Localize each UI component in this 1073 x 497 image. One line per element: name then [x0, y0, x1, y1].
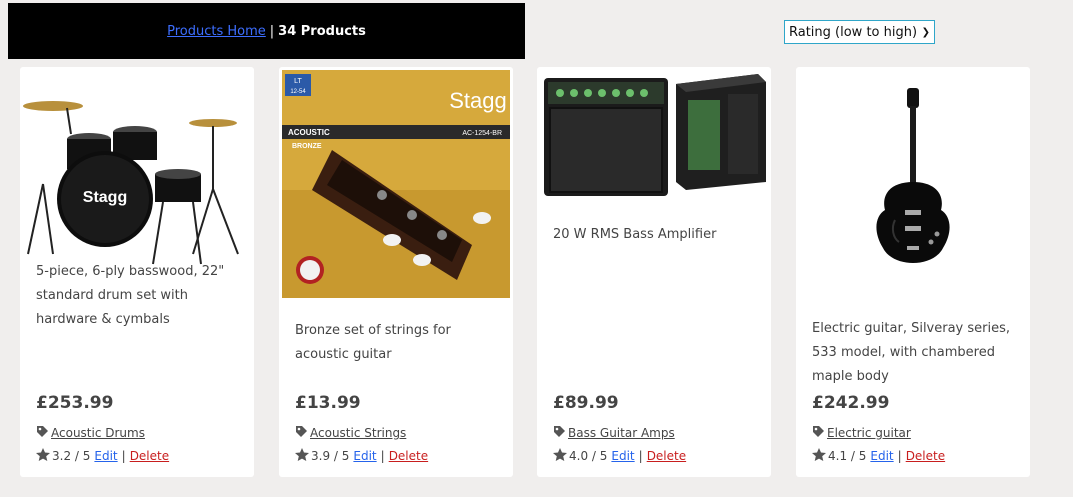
products-home-link[interactable]: Products Home	[167, 24, 266, 39]
tag-icon	[812, 425, 825, 441]
edit-button[interactable]: Edit	[870, 449, 893, 463]
product-card: 20 W RMS Bass Amplifier £89.99 Bass Guit…	[537, 67, 771, 477]
category-link[interactable]: Acoustic Drums	[51, 426, 145, 440]
pack-gauge-label: LT	[294, 78, 302, 85]
product-price: £89.99	[553, 393, 619, 413]
delete-button[interactable]: Delete	[389, 449, 428, 463]
product-description: 5-piece, 6-ply basswood, 22" standard dr…	[36, 264, 225, 327]
action-separator: |	[380, 449, 385, 463]
sort-selected-value: Rating (low to high)	[789, 24, 918, 40]
sort-select[interactable]: Rating (low to high) ❯	[784, 20, 935, 44]
star-icon	[295, 448, 309, 464]
star-icon	[553, 448, 567, 464]
rating-value: 3.2 / 5	[52, 449, 91, 463]
product-category: Electric guitar	[812, 425, 911, 441]
product-category: Acoustic Drums	[36, 425, 145, 441]
header-separator: |	[269, 23, 275, 39]
product-description: 20 W RMS Bass Amplifier	[553, 227, 717, 242]
star-icon	[36, 448, 50, 464]
category-link[interactable]: Electric guitar	[827, 426, 911, 440]
product-image-strings[interactable]: LT 12-54 Stagg ACOUSTIC AC-1254-BR BRONZ…	[282, 70, 510, 298]
edit-button[interactable]: Edit	[353, 449, 376, 463]
product-rating-row: 4.1 / 5 Edit | Delete	[812, 448, 945, 464]
tag-icon	[553, 425, 566, 441]
pack-code-label: AC-1254-BR	[462, 130, 502, 137]
product-card: Stagg 5-piece, 6-ply basswood, 22" stand…	[20, 67, 254, 477]
delete-button[interactable]: Delete	[647, 449, 686, 463]
drum-brand-logo: Stagg	[83, 189, 127, 206]
action-separator: |	[121, 449, 126, 463]
product-rating-row: 4.0 / 5 Edit | Delete	[553, 448, 686, 464]
page-header: Products Home | 34 Products	[8, 3, 525, 59]
product-description: Bronze set of strings for acoustic guita…	[295, 323, 451, 362]
pack-brand-logo: Stagg	[449, 88, 507, 113]
product-rating-row: 3.2 / 5 Edit | Delete	[36, 448, 169, 464]
product-price: £13.99	[295, 393, 361, 413]
rating-value: 4.1 / 5	[828, 449, 867, 463]
product-rating-row: 3.9 / 5 Edit | Delete	[295, 448, 428, 464]
rating-value: 3.9 / 5	[311, 449, 350, 463]
star-icon	[812, 448, 826, 464]
action-separator: |	[638, 449, 643, 463]
edit-button[interactable]: Edit	[611, 449, 634, 463]
product-price: £242.99	[812, 393, 890, 413]
rating-value: 4.0 / 5	[569, 449, 608, 463]
product-description: Electric guitar, Silveray series, 533 mo…	[812, 321, 1011, 384]
product-card: Electric guitar, Silveray series, 533 mo…	[796, 67, 1030, 477]
tag-icon	[36, 425, 49, 441]
product-image-electric-guitar[interactable]	[799, 70, 1027, 298]
delete-button[interactable]: Delete	[906, 449, 945, 463]
delete-button[interactable]: Delete	[130, 449, 169, 463]
tag-icon	[295, 425, 308, 441]
pack-type-label: ACOUSTIC	[288, 128, 330, 137]
pack-gauge-value: 12-54	[290, 89, 306, 95]
product-price: £253.99	[36, 393, 114, 413]
action-separator: |	[897, 449, 902, 463]
edit-button[interactable]: Edit	[94, 449, 117, 463]
product-category: Bass Guitar Amps	[553, 425, 675, 441]
chevron-down-icon: ❯	[921, 26, 930, 38]
category-link[interactable]: Acoustic Strings	[310, 426, 406, 440]
product-image-bass-amp[interactable]	[540, 70, 768, 210]
product-count: 34 Products	[278, 23, 366, 39]
pack-material-label: BRONZE	[292, 143, 322, 150]
product-category: Acoustic Strings	[295, 425, 406, 441]
category-link[interactable]: Bass Guitar Amps	[568, 426, 675, 440]
product-card: LT 12-54 Stagg ACOUSTIC AC-1254-BR BRONZ…	[279, 67, 513, 477]
